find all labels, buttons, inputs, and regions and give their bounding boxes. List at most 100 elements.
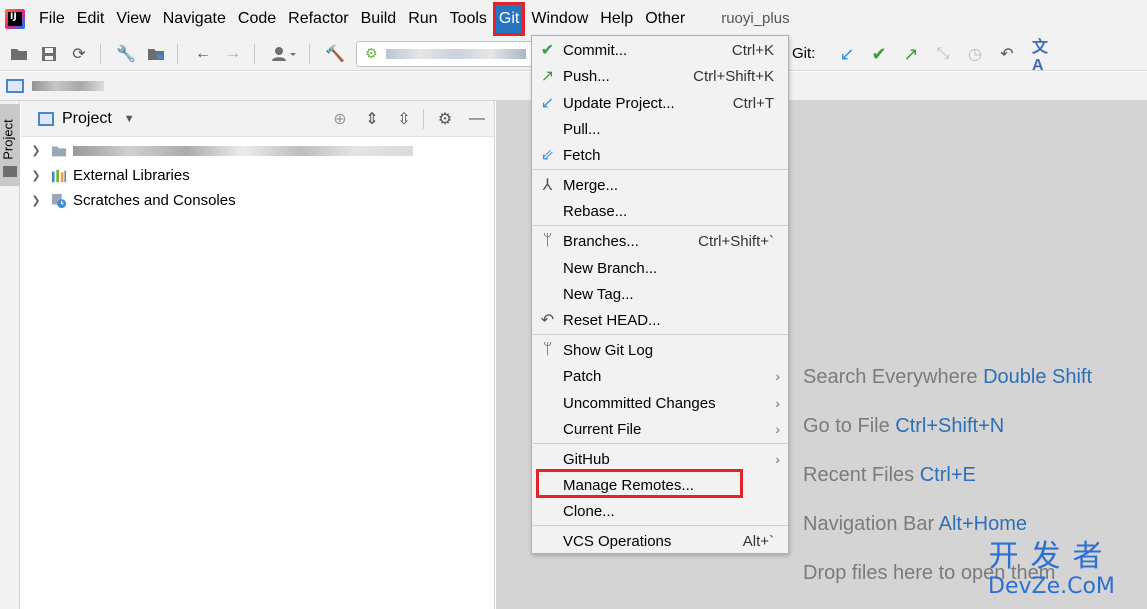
menu-item-shortcut: Ctrl+K (731, 41, 774, 59)
build-hammer-icon[interactable]: 🔨 (324, 43, 346, 65)
menu-separator (533, 443, 788, 444)
git-menu-branches[interactable]: ᛘ Branches... Ctrl+Shift+` (532, 228, 788, 254)
menu-code[interactable]: Code (232, 0, 282, 37)
menu-navigate[interactable]: Navigate (157, 0, 232, 37)
git-menu-rebase[interactable]: Rebase... (532, 198, 788, 224)
git-menu-new-branch[interactable]: New Branch... (532, 255, 788, 281)
menu-refactor[interactable]: Refactor (282, 0, 354, 37)
settings-gear-icon[interactable]: ⚙ (434, 108, 456, 130)
folder-icon (3, 166, 17, 177)
update-arrow-icon: ↙ (540, 95, 555, 112)
back-arrow-icon[interactable]: ← (192, 43, 214, 65)
menu-item-label: Show Git Log (563, 341, 654, 359)
menu-item-label: GitHub (563, 450, 610, 468)
rollback-icon[interactable]: ↶ (996, 43, 1018, 65)
git-toolbar-label: Git: (792, 45, 816, 62)
submenu-arrow-icon: › (775, 451, 780, 467)
expand-arrow-icon[interactable]: ❯ (25, 144, 47, 157)
hint-text: Recent Files (803, 464, 915, 486)
menu-help[interactable]: Help (594, 0, 639, 37)
git-menu-merge[interactable]: ⅄ Merge... (532, 172, 788, 198)
expand-arrow-icon[interactable]: ❯ (25, 194, 47, 207)
git-menu-push[interactable]: ↗ Push... Ctrl+Shift+K (532, 63, 788, 89)
run-configuration-name (385, 48, 526, 59)
git-menu-clone[interactable]: Clone... (532, 498, 788, 524)
menu-item-label: Update Project... (563, 94, 675, 112)
menu-window[interactable]: Window (525, 0, 594, 37)
menu-build[interactable]: Build (355, 0, 403, 37)
update-project-icon[interactable]: ↙ (836, 43, 858, 65)
menu-git[interactable]: Git (492, 2, 526, 36)
translate-icon[interactable]: 文A (1032, 39, 1054, 74)
menu-item-label: VCS Operations (563, 532, 672, 550)
git-menu-uncommitted-changes[interactable]: Uncommitted Changes › (532, 390, 788, 416)
reset-icon: ↶ (540, 312, 555, 329)
locate-file-icon[interactable]: ⊕ (329, 108, 351, 130)
tree-node-project-root[interactable]: ❯ (21, 138, 494, 163)
menu-separator (533, 334, 788, 335)
menu-view[interactable]: View (110, 0, 156, 37)
menu-edit[interactable]: Edit (71, 0, 111, 37)
run-configuration-selector[interactable]: ⚙ (356, 40, 542, 67)
git-menu-pull[interactable]: Pull... (532, 116, 788, 142)
breadcrumb-module-name[interactable] (32, 81, 104, 91)
site-watermark: 开发者 DevZe.CoM (988, 540, 1115, 600)
hint-text: Navigation Bar (803, 513, 935, 535)
sync-icon[interactable]: ⟳ (68, 43, 90, 65)
expand-arrow-icon[interactable]: ❯ (25, 169, 47, 182)
menu-run[interactable]: Run (402, 0, 443, 37)
menu-other[interactable]: Other (639, 0, 691, 37)
user-dropdown-icon[interactable] (269, 43, 299, 65)
push-arrow-icon[interactable]: ↗ (900, 43, 922, 65)
git-menu-current-file[interactable]: Current File › (532, 416, 788, 442)
menu-item-label: Fetch (563, 146, 601, 164)
history-clock-icon[interactable]: ◷ (964, 43, 986, 65)
menu-item-shortcut: Ctrl+Shift+` (698, 232, 774, 250)
git-menu-update-project[interactable]: ↙ Update Project... Ctrl+T (532, 90, 788, 116)
project-structure-icon[interactable] (145, 43, 167, 65)
menu-item-shortcut: Alt+` (742, 532, 774, 550)
menu-separator (533, 169, 788, 170)
view-selector-caret-icon[interactable]: ▼ (124, 113, 135, 125)
tree-node-external-libraries[interactable]: ❯ External Libraries (21, 163, 494, 188)
project-panel-title[interactable]: Project (62, 110, 112, 128)
menu-item-label: New Branch... (563, 259, 658, 277)
project-root-name (73, 145, 413, 156)
collapse-all-icon[interactable]: ⇳ (393, 108, 415, 130)
forward-arrow-icon[interactable]: → (222, 43, 244, 65)
hide-panel-icon[interactable]: — (466, 108, 488, 130)
toolbar-separator (423, 109, 424, 129)
menu-file[interactable]: File (33, 0, 71, 37)
git-menu-new-tag[interactable]: New Tag... (532, 281, 788, 307)
compare-icon[interactable]: ⤡ (932, 43, 954, 65)
tree-node-label: External Libraries (73, 167, 190, 184)
toolbar-separator (309, 43, 310, 64)
menu-item-label: Push... (563, 67, 610, 85)
git-menu-reset-head[interactable]: ↶ Reset HEAD... (532, 307, 788, 333)
hint-search-everywhere: Search Everywhere Double Shift (803, 366, 1092, 389)
hint-go-to-file: Go to File Ctrl+Shift+N (803, 415, 1004, 438)
module-folder-icon (51, 143, 67, 159)
hint-text: Search Everywhere (803, 366, 978, 388)
git-menu-fetch[interactable]: ⇙ Fetch (532, 142, 788, 168)
project-tool-tab[interactable]: Project (0, 104, 20, 186)
git-menu-vcs-operations[interactable]: VCS Operations Alt+` (532, 528, 788, 554)
project-view-icon (38, 111, 54, 126)
wrench-icon[interactable]: 🔧 (115, 43, 137, 65)
git-menu-commit[interactable]: ✔ Commit... Ctrl+K (532, 37, 788, 63)
git-menu-patch[interactable]: Patch › (532, 363, 788, 389)
save-all-icon[interactable] (38, 43, 60, 65)
project-panel-header: Project ▼ ⊕ ⇕ ⇳ ⚙ — (21, 101, 494, 137)
module-folder-icon[interactable] (6, 79, 24, 93)
expand-all-icon[interactable]: ⇕ (361, 108, 383, 130)
menu-item-label: Commit... (563, 41, 628, 59)
spring-boot-icon: ⚙ (365, 45, 378, 61)
submenu-arrow-icon: › (775, 395, 780, 411)
open-folder-icon[interactable] (8, 43, 30, 65)
menu-tools[interactable]: Tools (444, 0, 493, 37)
git-menu-show-git-log[interactable]: ᛘ Show Git Log (532, 337, 788, 363)
menu-item-label: Reset HEAD... (563, 311, 661, 329)
push-arrow-icon: ↗ (540, 68, 555, 85)
tree-node-scratches[interactable]: ❯ Scratches and Consoles (21, 188, 494, 213)
commit-check-icon[interactable]: ✔ (868, 43, 890, 65)
